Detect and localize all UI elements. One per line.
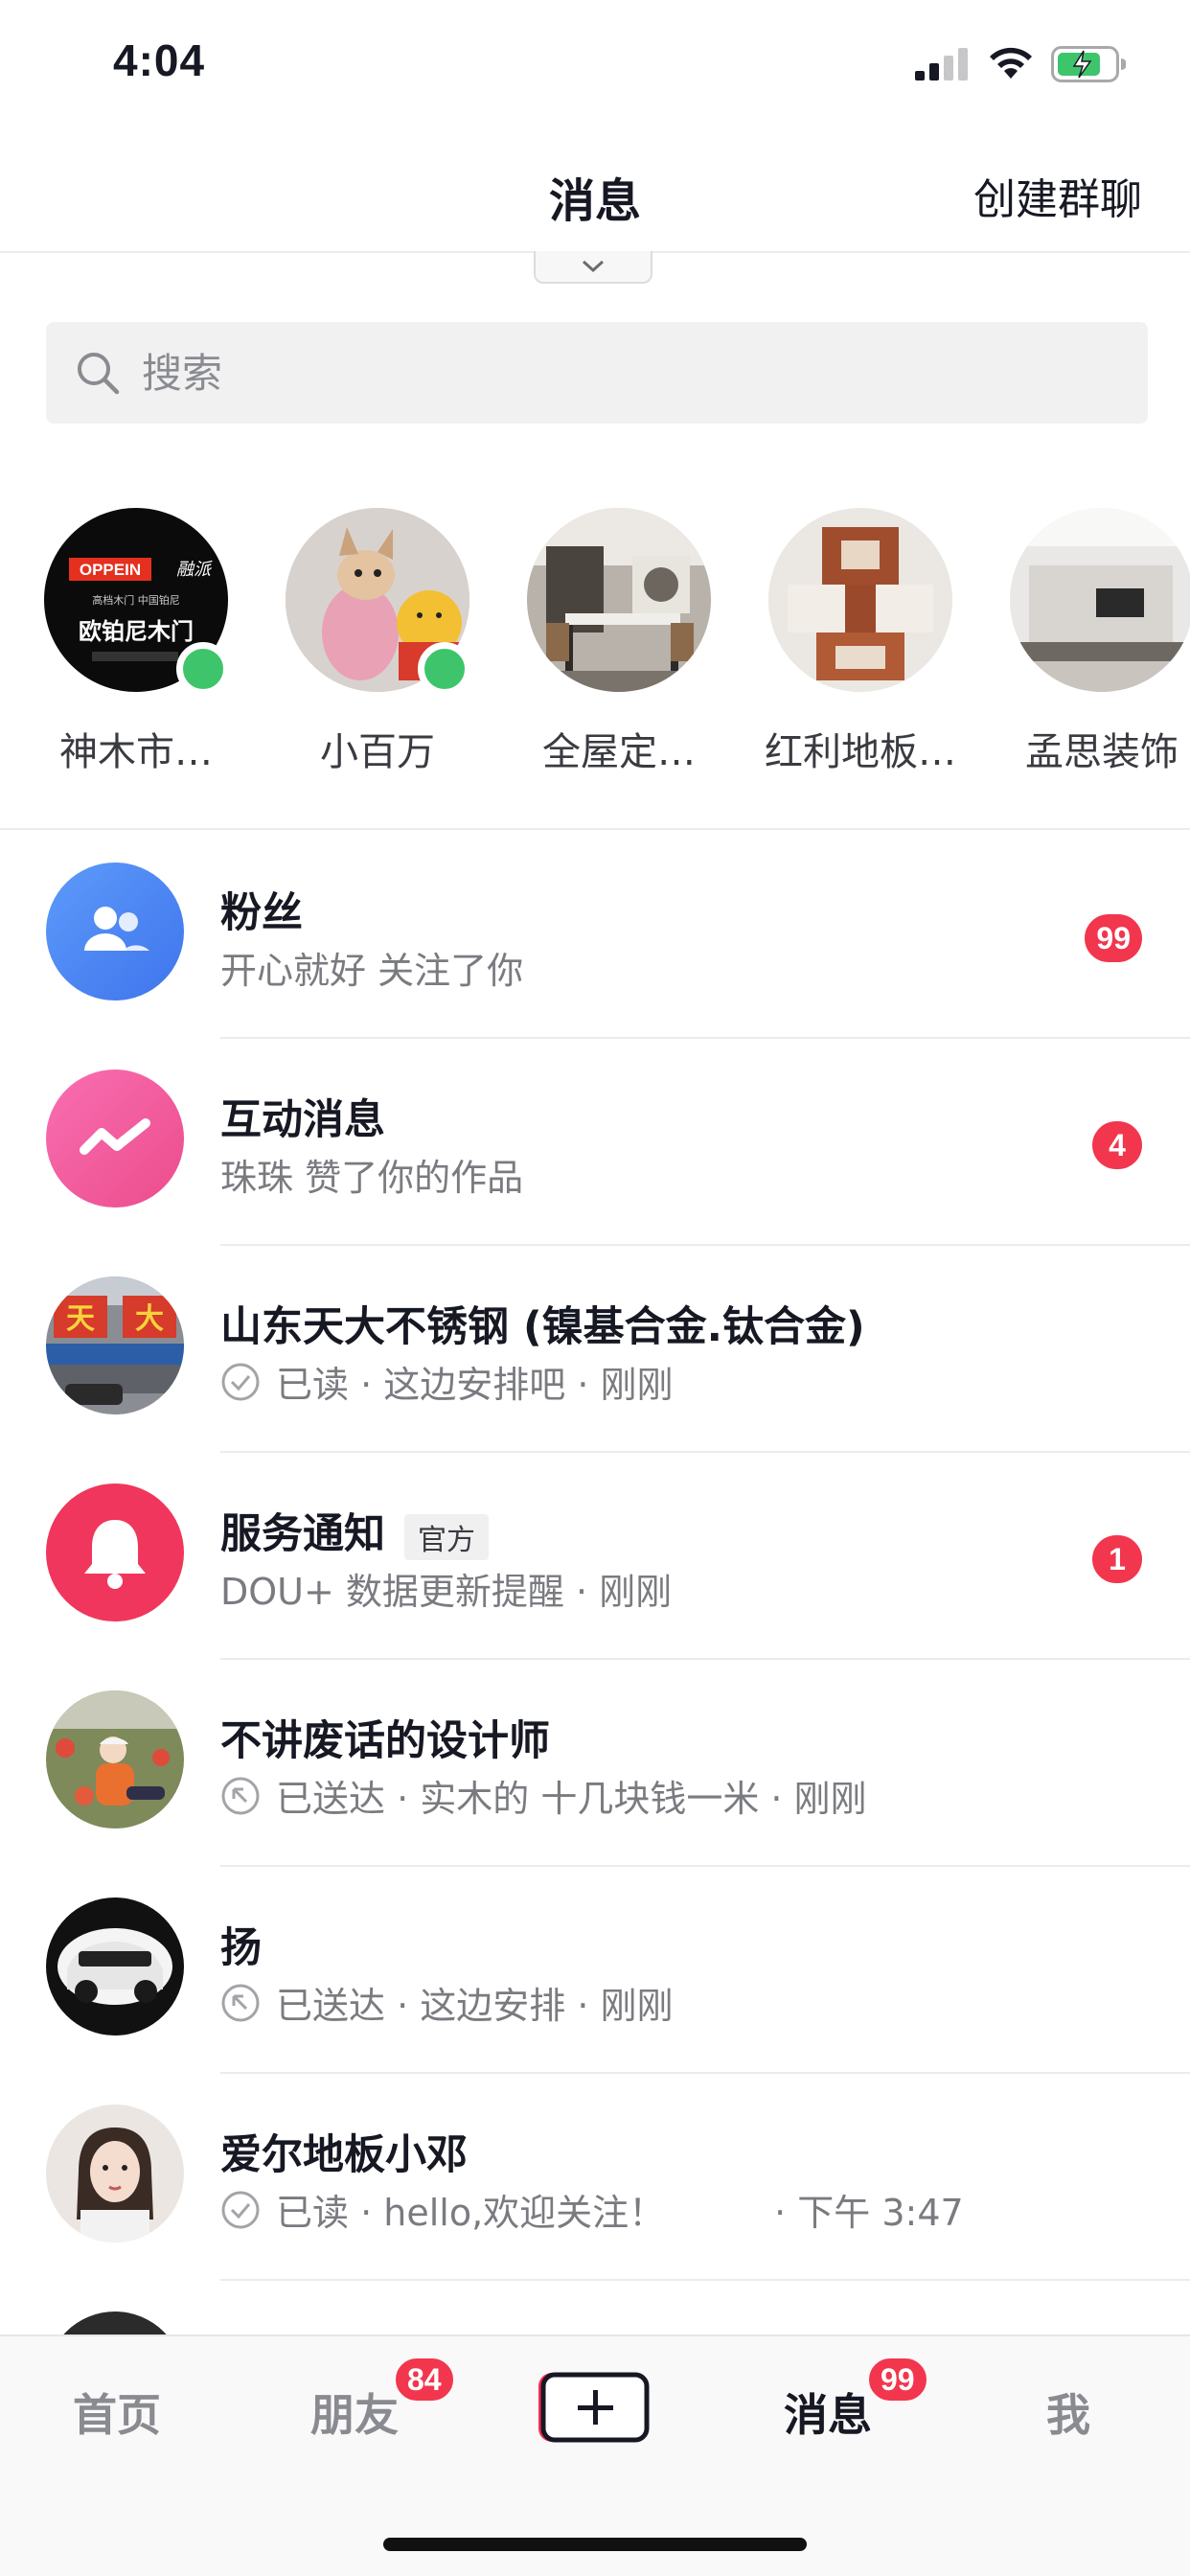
story-name: 红利地板… [765,730,956,774]
title-text: 服务通知 [220,1510,385,1558]
avatar [46,1898,184,2036]
header: 消息 创建群聊 [0,126,1190,253]
conversation-preview: 已读 · 这边安排吧 · 刚刚 [220,1355,673,1408]
conversation-preview: 开心就好 关注了你 [220,941,523,994]
pull-down-handle[interactable] [534,251,652,284]
conversation-item-fans[interactable]: 粉丝 开心就好 关注了你 99 [0,832,1190,1039]
tab-messages[interactable]: 消息 [784,2380,872,2444]
preview-text: 已读 · 这边安排吧 · 刚刚 [276,1364,674,1406]
conversation-item-interactions[interactable]: 互动消息 珠珠 赞了你的作品 4 [0,1039,1190,1246]
wifi-icon [990,47,1032,79]
story-item[interactable]: 全屋定… [523,508,715,776]
svg-text:高档木门 中国铂尼: 高档木门 中国铂尼 [92,593,180,607]
unread-badge: 1 [1092,1535,1142,1583]
chevron-down-icon [582,260,605,273]
battery-icon [1051,46,1126,82]
conversation-title: 不讲废话的设计师 [220,1717,550,1765]
avatar: 天 大 [46,1276,184,1414]
story-item[interactable]: 孟思装饰 [1006,508,1190,776]
tab-me[interactable]: 我 [1046,2380,1090,2444]
preview-text: 已送达 · 这边安排 · 刚刚 [276,1985,674,2027]
read-check-icon [221,2191,260,2228]
interaction-icon [80,1118,150,1155]
brand-logo-main: 欧铂尼木门 [79,618,194,645]
svg-text:大: 大 [135,1302,164,1336]
story-name: 小百万 [320,730,435,774]
sent-arrow-icon [221,1777,260,1814]
preview-text: 开心就好 关注了你 [220,950,524,992]
conversation-preview: 已送达 · 实木的 十几块钱一米 · 刚刚 [220,1769,867,1822]
avatar [46,862,184,1000]
official-tag: 官方 [404,1513,489,1560]
sent-arrow-icon [221,1984,260,2021]
avatar [46,1070,184,1208]
story-name: 神木市… [59,730,213,774]
avatar[interactable] [527,508,711,692]
preview-text: 珠珠 赞了你的作品 [220,1157,524,1199]
conversation-item-service-notice[interactable]: 服务通知 官方 DOU+ 数据更新提醒 · 刚刚 1 [0,1453,1190,1660]
story-item[interactable]: OPPEIN 融派 高档木门 中国铂尼 欧铂尼木门 神木市… [40,508,232,776]
conversation-item[interactable]: 扬 已送达 · 这边安排 · 刚刚 [0,1867,1190,2074]
conversation-preview: 已读 · hello,欢迎关注！ · 下午 3:47 [220,2183,964,2236]
conversation-preview: 珠珠 赞了你的作品 [220,1148,523,1201]
search-icon [78,353,120,395]
svg-text:融派: 融派 [176,560,213,580]
unread-badge: 4 [1092,1121,1142,1169]
brand-logo-text: OPPEIN [80,561,141,579]
conversation-item[interactable]: 爱尔地板小邓 已读 · hello,欢迎关注！ · 下午 3:47 [0,2074,1190,2281]
preview-text: 已送达 · 实木的 十几块钱一米 · 刚刚 [276,1778,867,1820]
create-group-button[interactable]: 创建群聊 [973,165,1142,226]
preview-text: 已读 · hello,欢迎关注！ · 下午 3:47 [276,2192,964,2234]
conversation-list: 粉丝 开心就好 关注了你 99 互动消息 珠珠 赞了你的作品 4 天 大 山东天… [0,832,1190,2338]
read-check-icon [221,1363,260,1400]
fans-icon [84,907,149,951]
conversation-item[interactable]: 不讲废话的设计师 已送达 · 实木的 十几块钱一米 · 刚刚 [0,1660,1190,1867]
conversation-item[interactable]: 天 大 山东天大不锈钢 (镍基合金.钛合金) 已读 · 这边安排吧 · 刚刚 [0,1246,1190,1453]
online-indicator [418,642,471,696]
conversation-title: 扬 [220,1924,262,1972]
tab-home[interactable]: 首页 [73,2380,161,2444]
conversation-title: 粉丝 [220,889,303,937]
stories-row: OPPEIN 融派 高档木门 中国铂尼 欧铂尼木门 神木市… 小百万 全屋定… … [0,508,1190,824]
avatar [46,1690,184,1828]
story-item[interactable]: 红利地板… [765,508,956,776]
avatar[interactable] [1010,508,1190,692]
search-input[interactable] [140,348,1002,398]
search-bar[interactable] [46,322,1148,424]
conversation-title: 服务通知 官方 [220,1501,489,1560]
home-indicator [383,2538,807,2551]
conversation-title: 爱尔地板小邓 [220,2131,468,2179]
conversation-preview: 已送达 · 这边安排 · 刚刚 [220,1976,673,2029]
status-time: 4:04 [113,35,206,85]
avatar[interactable] [768,508,952,692]
status-bar: 4:04 [0,0,1190,126]
online-indicator [176,642,230,696]
conversation-title: 山东天大不锈钢 (镍基合金.钛合金) [220,1303,865,1351]
conversation-item-partial[interactable] [0,2281,1190,2338]
create-post-button[interactable] [538,2369,652,2446]
avatar [46,1484,184,1622]
preview-text: DOU+ 数据更新提醒 · 刚刚 [220,1571,673,1613]
story-name: 全屋定… [542,730,696,774]
conversation-title: 互动消息 [220,1096,385,1144]
friends-badge: 84 [393,2356,456,2404]
unread-badge: 99 [1085,914,1142,962]
story-item[interactable]: 小百万 [282,508,473,776]
divider [0,828,1190,830]
conversation-preview: DOU+ 数据更新提醒 · 刚刚 [220,1562,672,1615]
plus-icon [538,2372,650,2443]
story-name: 孟思装饰 [1025,730,1179,774]
avatar [46,2104,184,2242]
messages-badge: 99 [866,2356,929,2404]
signal-icon [915,48,968,80]
svg-text:天: 天 [66,1302,95,1336]
bell-icon [84,1520,146,1589]
tab-friends[interactable]: 朋友 [310,2380,399,2444]
